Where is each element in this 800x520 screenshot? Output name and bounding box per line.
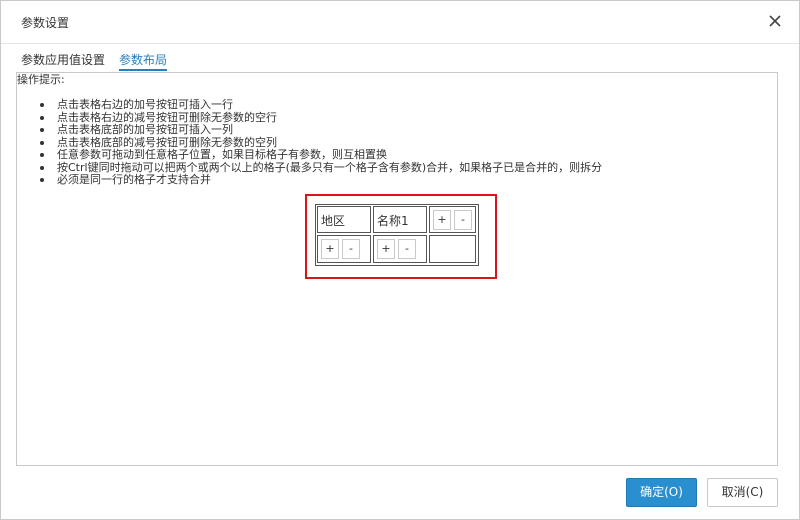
grid-cell-region[interactable]: 地区 bbox=[317, 206, 371, 233]
hint-item: 任意参数可拖动到任意格子位置，如果目标格子有参数，则互相置换 bbox=[39, 148, 602, 162]
insert-column-button[interactable]: + bbox=[377, 239, 395, 259]
dialog-header: 参数设置 bbox=[1, 1, 799, 44]
hint-item: 必须是同一行的格子才支持合并 bbox=[39, 173, 602, 187]
delete-column-button[interactable]: - bbox=[398, 239, 416, 259]
empty-corner-cell bbox=[429, 235, 476, 263]
hint-item: 点击表格底部的加号按钮可插入一列 bbox=[39, 123, 602, 137]
delete-row-button[interactable]: - bbox=[454, 210, 472, 230]
hint-title: 操作提示: bbox=[17, 73, 65, 86]
hint-list: 点击表格右边的加号按钮可插入一行 点击表格右边的减号按钮可删除无参数的空行 点击… bbox=[39, 98, 602, 187]
cell-label: 地区 bbox=[321, 214, 346, 228]
grid-cell-name1[interactable]: 名称1 bbox=[373, 206, 427, 233]
hint-item: 点击表格右边的加号按钮可插入一行 bbox=[39, 98, 602, 112]
ok-button[interactable]: 确定(O) bbox=[626, 478, 697, 507]
tab-parameter-layout[interactable]: 参数布局 bbox=[119, 51, 168, 71]
tab-parameter-values[interactable]: 参数应用值设置 bbox=[21, 51, 105, 69]
delete-column-button[interactable]: - bbox=[342, 239, 360, 259]
column-controls-cell: + - bbox=[373, 235, 427, 263]
dialog-title: 参数设置 bbox=[21, 16, 70, 30]
cancel-button[interactable]: 取消(C) bbox=[707, 478, 778, 507]
row-controls-cell: + - bbox=[429, 206, 476, 233]
insert-column-button[interactable]: + bbox=[321, 239, 339, 259]
close-icon[interactable] bbox=[767, 13, 783, 29]
column-controls-cell: + - bbox=[317, 235, 371, 263]
tab-bar: 参数应用值设置 参数布局 bbox=[17, 51, 779, 71]
layout-panel: 操作提示: 点击表格右边的加号按钮可插入一行 点击表格右边的减号按钮可删除无参数… bbox=[16, 72, 778, 466]
parameter-settings-dialog: 参数设置 参数应用值设置 参数布局 操作提示: 点击表格右边的加号按钮可插入一行… bbox=[0, 0, 800, 520]
cell-label: 名称1 bbox=[377, 214, 409, 228]
layout-grid: 地区 名称1 + - + - + - bbox=[315, 204, 479, 266]
insert-row-button[interactable]: + bbox=[433, 210, 451, 230]
